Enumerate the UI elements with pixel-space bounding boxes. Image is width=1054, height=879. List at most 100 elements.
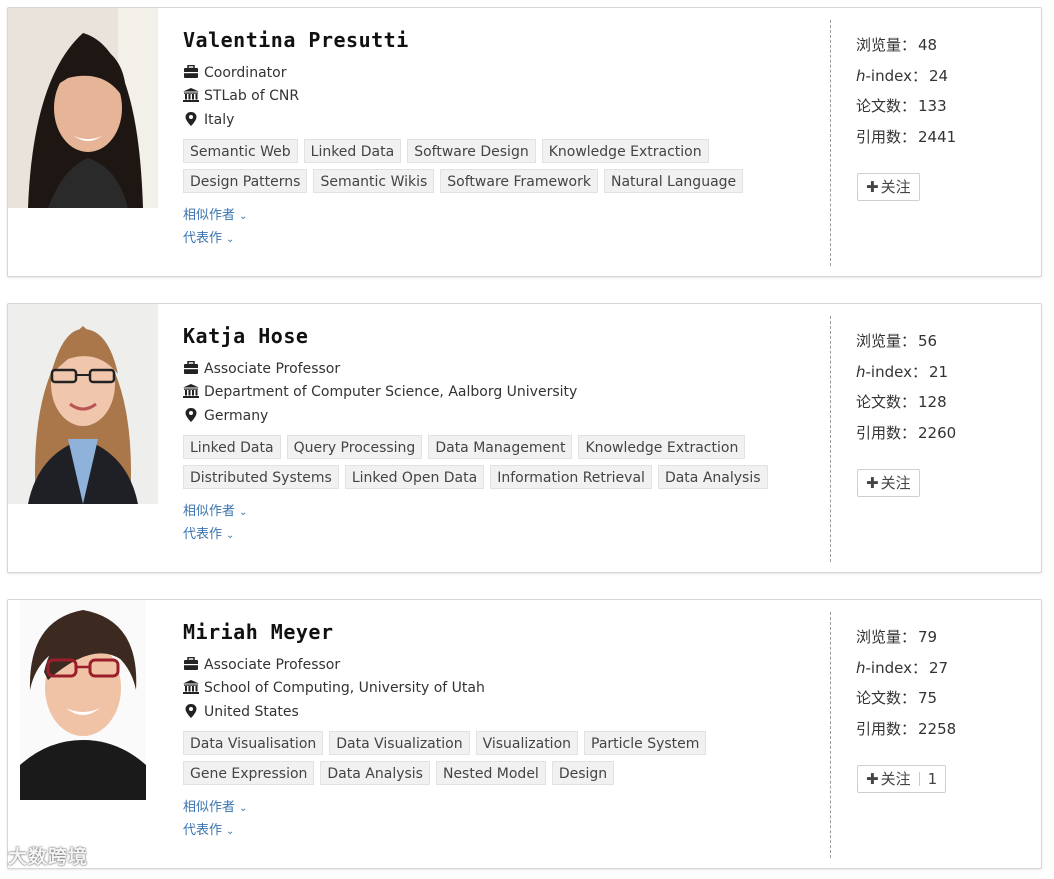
chevron-down-icon: ⌄ — [239, 507, 248, 518]
research-tag[interactable]: Semantic Web — [183, 139, 298, 163]
hindex-label: -index： — [865, 67, 927, 85]
research-tag[interactable]: Data Visualisation — [183, 731, 324, 755]
research-tag[interactable]: Particle System — [584, 731, 707, 755]
research-tag[interactable]: Linked Data — [303, 139, 402, 163]
author-card: Katja Hose Associate Professor Departmen… — [7, 303, 1042, 573]
views-label: 浏览量： — [856, 36, 917, 54]
research-tag[interactable]: Natural Language — [603, 169, 744, 193]
research-tag[interactable]: Data Analysis — [320, 761, 430, 785]
views-value: 79 — [918, 628, 938, 646]
follow-count: 1 — [927, 770, 938, 788]
position-row: Associate Professor — [183, 359, 340, 379]
representative-works-link[interactable]: 代表作 ⌄ — [183, 230, 234, 248]
chevron-down-icon: ⌄ — [226, 234, 235, 245]
research-tag[interactable]: Visualization — [475, 731, 579, 755]
location-row: Italy — [183, 110, 234, 130]
research-tags: Data Visualisation Data Visualization Visu… — [183, 731, 803, 791]
author-photo[interactable] — [8, 304, 158, 504]
hindex-stat: h-index： 21 — [856, 362, 948, 382]
representative-works-label: 代表作 — [183, 231, 223, 246]
citations-stat: 引用数： 2441 — [856, 127, 956, 147]
research-tag[interactable]: Query Processing — [286, 435, 423, 459]
research-tag[interactable]: Software Design — [407, 139, 536, 163]
research-tag[interactable]: Knowledge Extraction — [541, 139, 709, 163]
chevron-down-icon: ⌄ — [226, 826, 235, 837]
follow-button[interactable]: ✚ 关注 — [857, 173, 920, 201]
affiliation-text: Department of Computer Science, Aalborg … — [204, 384, 578, 400]
follow-label: 关注 — [880, 474, 911, 492]
hindex-value: 21 — [928, 363, 949, 381]
institution-icon — [183, 88, 199, 102]
position-row: Associate Professor — [183, 655, 340, 675]
views-stat: 浏览量： 48 — [856, 35, 937, 55]
citations-value: 2260 — [918, 424, 957, 442]
research-tag[interactable]: Distributed Systems — [183, 465, 339, 489]
citations-stat: 引用数： 2258 — [856, 719, 956, 739]
research-tag[interactable]: Data Analysis — [657, 465, 768, 489]
briefcase-icon — [184, 657, 198, 670]
research-tag[interactable]: Information Retrieval — [490, 465, 652, 489]
author-name[interactable]: Miriah Meyer — [183, 620, 334, 644]
follow-button[interactable]: ✚ 关注 1 — [857, 765, 947, 793]
citations-label: 引用数： — [856, 424, 917, 442]
papers-label: 论文数： — [856, 97, 917, 115]
map-pin-icon — [185, 704, 197, 718]
representative-works-link[interactable]: 代表作 ⌄ — [183, 822, 234, 840]
papers-stat: 论文数： 128 — [856, 392, 947, 412]
papers-stat: 论文数： 133 — [856, 96, 947, 116]
affiliation-row: School of Computing, University of Utah — [183, 678, 485, 698]
affiliation-text: STLab of CNR — [204, 88, 300, 104]
views-label: 浏览量： — [856, 628, 917, 646]
research-tag[interactable]: Linked Data — [183, 435, 281, 459]
papers-value: 75 — [918, 689, 938, 707]
author-name[interactable]: Katja Hose — [183, 324, 308, 348]
similar-authors-link[interactable]: 相似作者 ⌄ — [183, 503, 247, 521]
views-value: 48 — [918, 36, 938, 54]
author-photo[interactable] — [8, 600, 158, 800]
citations-label: 引用数： — [856, 720, 917, 738]
divider — [830, 316, 831, 562]
map-pin-icon — [185, 112, 197, 126]
research-tag[interactable]: Gene Expression — [183, 761, 315, 785]
research-tag[interactable]: Nested Model — [435, 761, 546, 785]
papers-value: 133 — [918, 97, 947, 115]
similar-authors-label: 相似作者 — [183, 504, 236, 519]
research-tag[interactable]: Design — [551, 761, 615, 785]
briefcase-icon — [184, 65, 198, 78]
papers-label: 论文数： — [856, 689, 917, 707]
hindex-stat: h-index： 27 — [856, 658, 948, 678]
author-photo[interactable] — [8, 8, 158, 208]
research-tag[interactable]: Data Visualization — [329, 731, 470, 755]
divider — [830, 20, 831, 266]
research-tag[interactable]: Design Patterns — [183, 169, 308, 193]
hindex-label-h: h — [856, 363, 866, 381]
chevron-down-icon: ⌄ — [226, 530, 235, 541]
position-text: Associate Professor — [204, 657, 341, 673]
author-card: Miriah Meyer Associate Professor School … — [7, 599, 1042, 869]
divider — [830, 612, 831, 858]
research-tag[interactable]: Semantic Wikis — [313, 169, 435, 193]
research-tag[interactable]: Data Management — [428, 435, 573, 459]
research-tag[interactable]: Software Framework — [440, 169, 598, 193]
representative-works-link[interactable]: 代表作 ⌄ — [183, 526, 234, 544]
hindex-label: -index： — [865, 659, 927, 677]
research-tag[interactable]: Knowledge Extraction — [578, 435, 746, 459]
plus-icon: ✚ — [866, 770, 879, 788]
hindex-label-h: h — [856, 67, 866, 85]
follow-button[interactable]: ✚ 关注 — [857, 469, 920, 497]
divider — [918, 772, 920, 786]
watermark-text: 大数跨境 — [8, 846, 89, 868]
research-tag[interactable]: Linked Open Data — [344, 465, 485, 489]
chevron-down-icon: ⌄ — [239, 211, 248, 222]
papers-value: 128 — [918, 393, 947, 411]
briefcase-icon — [184, 361, 198, 374]
follow-label: 关注 — [880, 770, 911, 788]
location-row: United States — [183, 702, 299, 722]
hindex-value: 24 — [928, 67, 949, 85]
position-row: Coordinator — [183, 63, 286, 83]
author-name[interactable]: Valentina Presutti — [183, 28, 409, 52]
similar-authors-link[interactable]: 相似作者 ⌄ — [183, 207, 247, 225]
position-text: Associate Professor — [204, 361, 341, 377]
similar-authors-link[interactable]: 相似作者 ⌄ — [183, 799, 247, 817]
research-tags: Linked Data Query Processing Data Manageme… — [183, 435, 803, 495]
